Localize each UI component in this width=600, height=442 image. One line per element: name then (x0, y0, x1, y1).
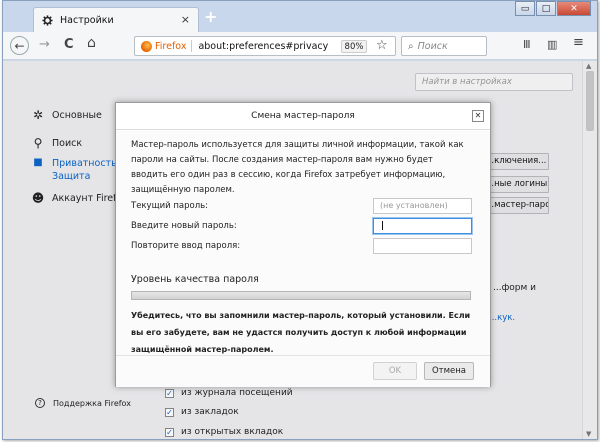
tab-settings[interactable]: Настройки × (33, 7, 199, 33)
dialog-footer: OK Отмена (116, 355, 490, 387)
back-button[interactable]: ← (10, 36, 29, 55)
text-caret (382, 221, 383, 230)
bookmark-star-icon[interactable]: ☆ (376, 38, 388, 53)
search-bar[interactable]: ⌕ Поиск (401, 36, 487, 56)
dialog-warning-text: Убедитесь, что вы запомнили мастер-парол… (131, 311, 471, 354)
window-controls: ▭ □ ✕ (514, 1, 591, 16)
ok-button[interactable]: OK (373, 362, 417, 380)
url-separator (191, 40, 193, 52)
close-window-button[interactable]: ✕ (557, 1, 591, 16)
dialog-close-icon[interactable]: ✕ (472, 110, 484, 122)
search-icon: ⌕ (408, 40, 414, 52)
home-button[interactable]: ⌂ (87, 35, 96, 51)
tab-strip: Настройки × + ▭ □ ✕ (3, 1, 597, 33)
minimize-button[interactable]: ▭ (515, 1, 535, 16)
menu-icon[interactable]: ≡ (573, 35, 584, 50)
library-icon[interactable]: Ⅲ (523, 38, 531, 51)
tab-close-icon[interactable]: × (181, 13, 190, 26)
reload-button[interactable]: C (64, 37, 74, 52)
navigation-toolbar: ← → C ⌂ Firefox about:preferences#privac… (3, 32, 597, 60)
dialog-intro-text: Мастер-пароль используется для защиты ли… (131, 140, 464, 195)
maximize-button[interactable]: □ (536, 1, 556, 16)
current-password-field: (не установлен) (373, 198, 472, 214)
url-text[interactable]: about:preferences#privacy (198, 41, 328, 52)
dialog-body: Мастер-пароль используется для защиты ли… (116, 131, 490, 355)
cancel-button[interactable]: Отмена (424, 362, 474, 380)
password-quality-meter (131, 291, 471, 300)
new-password-label: Введите новый пароль: (131, 221, 237, 231)
repeat-password-label: Повторите ввод пароля: (131, 241, 241, 251)
current-password-label: Текущий пароль: (131, 201, 209, 211)
new-password-field[interactable] (373, 218, 472, 234)
dialog-title: Смена мастер-пароля (251, 111, 355, 121)
identity-label: Firefox (155, 40, 187, 52)
new-tab-button[interactable]: + (204, 7, 217, 26)
search-placeholder: Поиск (417, 40, 448, 52)
master-password-dialog: Смена мастер-пароля ✕ Мастер-пароль испо… (115, 102, 491, 387)
browser-window: Настройки × + ▭ □ ✕ ← → C ⌂ Firefox abou… (2, 0, 598, 440)
firefox-logo-icon (141, 40, 152, 52)
zoom-indicator[interactable]: 80% (341, 40, 367, 53)
gear-icon (42, 15, 53, 26)
repeat-password-field[interactable] (373, 238, 472, 254)
sidebar-icon[interactable]: ▥ (547, 38, 557, 51)
tab-title: Настройки (60, 15, 114, 26)
dialog-header: Смена мастер-пароля ✕ (116, 103, 490, 130)
password-quality-title: Уровень качества пароля (131, 274, 259, 285)
forward-button[interactable]: → (39, 37, 50, 52)
